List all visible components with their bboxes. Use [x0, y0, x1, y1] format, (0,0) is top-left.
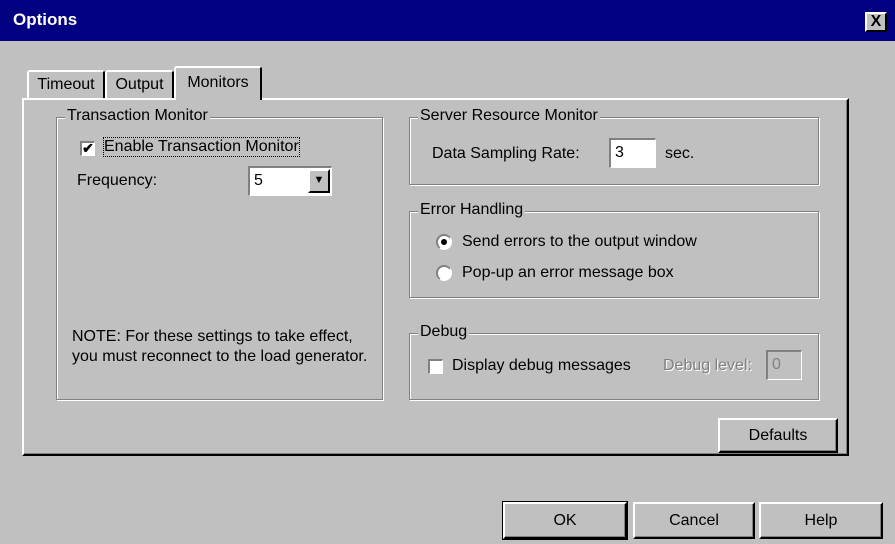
window-title: Options: [13, 10, 78, 29]
frequency-select[interactable]: 5 ▼: [248, 166, 332, 196]
tab-output-label: Output: [115, 76, 164, 93]
server-resource-monitor-legend: Server Resource Monitor: [418, 107, 600, 125]
send-errors-output-label[interactable]: Send errors to the output window: [462, 233, 697, 251]
defaults-button[interactable]: Defaults: [718, 418, 838, 453]
data-sampling-rate-label: Data Sampling Rate:: [432, 145, 580, 162]
help-button[interactable]: Help: [759, 502, 883, 539]
frequency-label: Frequency:: [77, 172, 158, 189]
tab-timeout-label: Timeout: [37, 76, 95, 93]
ok-button[interactable]: OK: [502, 501, 628, 540]
enable-transaction-monitor-label[interactable]: Enable Transaction Monitor: [103, 137, 300, 157]
defaults-button-label: Defaults: [748, 427, 808, 444]
display-debug-messages-label[interactable]: Display debug messages: [452, 357, 631, 375]
radio-selected-dot: [441, 239, 447, 245]
debug-level-value: 0: [772, 356, 781, 373]
check-icon: ✔: [82, 140, 94, 156]
error-handling-legend: Error Handling: [418, 201, 526, 219]
error-handling-group: Error Handling: [409, 201, 819, 298]
close-icon: X: [870, 13, 882, 30]
display-debug-messages-checkbox[interactable]: [428, 359, 443, 374]
tab-timeout[interactable]: Timeout: [27, 70, 105, 100]
data-sampling-rate-value: 3: [615, 144, 624, 161]
popup-error-box-radio[interactable]: [436, 265, 452, 281]
help-button-label: Help: [804, 512, 838, 529]
data-sampling-rate-input[interactable]: 3: [609, 138, 656, 168]
popup-error-box-label[interactable]: Pop-up an error message box: [462, 264, 674, 282]
chevron-down-icon[interactable]: ▼: [308, 169, 330, 193]
frequency-value: 5: [254, 172, 263, 189]
transaction-monitor-legend: Transaction Monitor: [65, 107, 210, 125]
send-errors-output-radio[interactable]: [436, 234, 452, 250]
title-bar: Options X: [0, 0, 895, 41]
close-button[interactable]: X: [865, 12, 887, 32]
tab-output[interactable]: Output: [105, 70, 174, 100]
reconnect-note: NOTE: For these settings to take effect,…: [72, 328, 368, 365]
enable-transaction-monitor-checkbox[interactable]: ✔: [80, 141, 95, 156]
sampling-unit-label: sec.: [665, 145, 695, 162]
tab-monitors[interactable]: Monitors: [174, 66, 262, 100]
debug-level-label: Debug level:: [663, 357, 752, 374]
cancel-button-label: Cancel: [669, 512, 719, 529]
debug-level-input: 0: [766, 350, 802, 380]
cancel-button[interactable]: Cancel: [633, 502, 755, 539]
dropdown-arrow-glyph: ▼: [313, 174, 325, 186]
tab-monitors-label: Monitors: [187, 74, 249, 91]
debug-legend: Debug: [418, 323, 470, 341]
ok-button-label: OK: [553, 512, 577, 529]
